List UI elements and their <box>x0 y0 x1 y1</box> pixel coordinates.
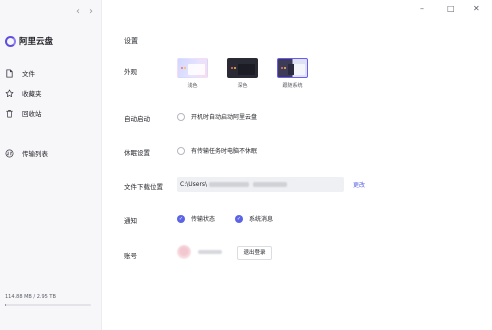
sidebar-item-favorites[interactable]: 收藏夹 <box>5 87 42 99</box>
sleep-label: 休眠设置 <box>124 149 150 157</box>
download-path-text: C:\Users\ <box>180 181 208 188</box>
download-path-field[interactable]: C:\Users\ <box>177 177 344 192</box>
sidebar: ‹ › 阿里云盘 文件 收藏夹 回收站 传输列表 114.88 MB / 2.9… <box>0 0 102 330</box>
account-label: 账号 <box>124 252 137 260</box>
sidebar-item-label: 回收站 <box>22 110 42 118</box>
sleep-radio[interactable] <box>177 146 185 155</box>
notify-system-messages[interactable]: ✓ 系统消息 <box>235 214 273 223</box>
aliyun-drive-logo-icon <box>5 35 16 47</box>
theme-system-preview <box>277 58 308 78</box>
sidebar-item-trash[interactable]: 回收站 <box>5 107 42 119</box>
history-nav: ‹ › <box>76 7 93 17</box>
page-title: 设置 <box>124 37 138 45</box>
storage-usage-fill <box>5 304 6 306</box>
trash-icon <box>5 109 14 118</box>
sidebar-item-label: 文件 <box>22 70 35 78</box>
autostart-option-text: 开机时自动启动阿里云盘 <box>191 114 258 121</box>
settings-window: – □ ✕ ‹ › 阿里云盘 文件 收藏夹 回收站 传输列表 114.88 MB… <box>0 0 492 330</box>
transfer-icon <box>5 149 14 158</box>
checkmark-icon[interactable]: ✓ <box>177 214 185 223</box>
brand-name: 阿里云盘 <box>19 37 54 47</box>
logout-button[interactable]: 退出登录 <box>237 246 272 260</box>
theme-label: 跟随系统 <box>282 83 303 89</box>
download-path-redacted <box>253 182 288 187</box>
checkmark-icon[interactable]: ✓ <box>235 214 243 223</box>
notify-option-text: 系统消息 <box>249 216 274 223</box>
minimize-button[interactable]: – <box>420 4 424 14</box>
file-icon <box>5 68 14 78</box>
autostart-label: 自动启动 <box>124 115 150 123</box>
download-location-label: 文件下载位置 <box>124 183 163 191</box>
storage-usage-bar <box>5 304 91 306</box>
sidebar-item-label: 传输列表 <box>22 150 48 158</box>
download-path-redacted <box>209 182 250 187</box>
back-arrow-icon[interactable]: ‹ <box>76 7 80 17</box>
appearance-label: 外观 <box>124 68 137 76</box>
theme-option-dark[interactable]: 深色 <box>227 58 258 89</box>
theme-dark-preview <box>227 58 258 78</box>
brand: 阿里云盘 <box>5 35 53 47</box>
notify-transfer-status[interactable]: ✓ 传输状态 <box>177 214 215 223</box>
autostart-radio[interactable] <box>177 112 185 121</box>
avatar <box>177 245 191 259</box>
theme-light-preview <box>177 58 208 78</box>
account-name-redacted <box>198 250 222 254</box>
notify-label: 通知 <box>124 217 137 225</box>
sidebar-item-files[interactable]: 文件 <box>5 67 35 79</box>
theme-label: 浅色 <box>187 83 198 89</box>
theme-option-light[interactable]: 浅色 <box>177 58 208 89</box>
sleep-option[interactable]: 有传输任务时电脑不休眠 <box>177 146 257 155</box>
close-button[interactable]: ✕ <box>473 4 480 14</box>
maximize-button[interactable]: □ <box>447 4 455 14</box>
change-download-path-link[interactable]: 更改 <box>353 180 365 189</box>
star-icon <box>5 89 14 98</box>
sidebar-item-transfers[interactable]: 传输列表 <box>5 147 48 159</box>
theme-label: 深色 <box>237 83 248 89</box>
storage-usage-text: 114.88 MB / 2.95 TB <box>5 294 56 300</box>
theme-option-system[interactable]: 跟随系统 <box>277 58 308 89</box>
forward-arrow-icon[interactable]: › <box>89 7 93 17</box>
sleep-option-text: 有传输任务时电脑不休眠 <box>191 148 258 155</box>
sidebar-item-label: 收藏夹 <box>22 90 42 98</box>
notify-option-text: 传输状态 <box>191 216 216 223</box>
autostart-option[interactable]: 开机时自动启动阿里云盘 <box>177 112 257 121</box>
